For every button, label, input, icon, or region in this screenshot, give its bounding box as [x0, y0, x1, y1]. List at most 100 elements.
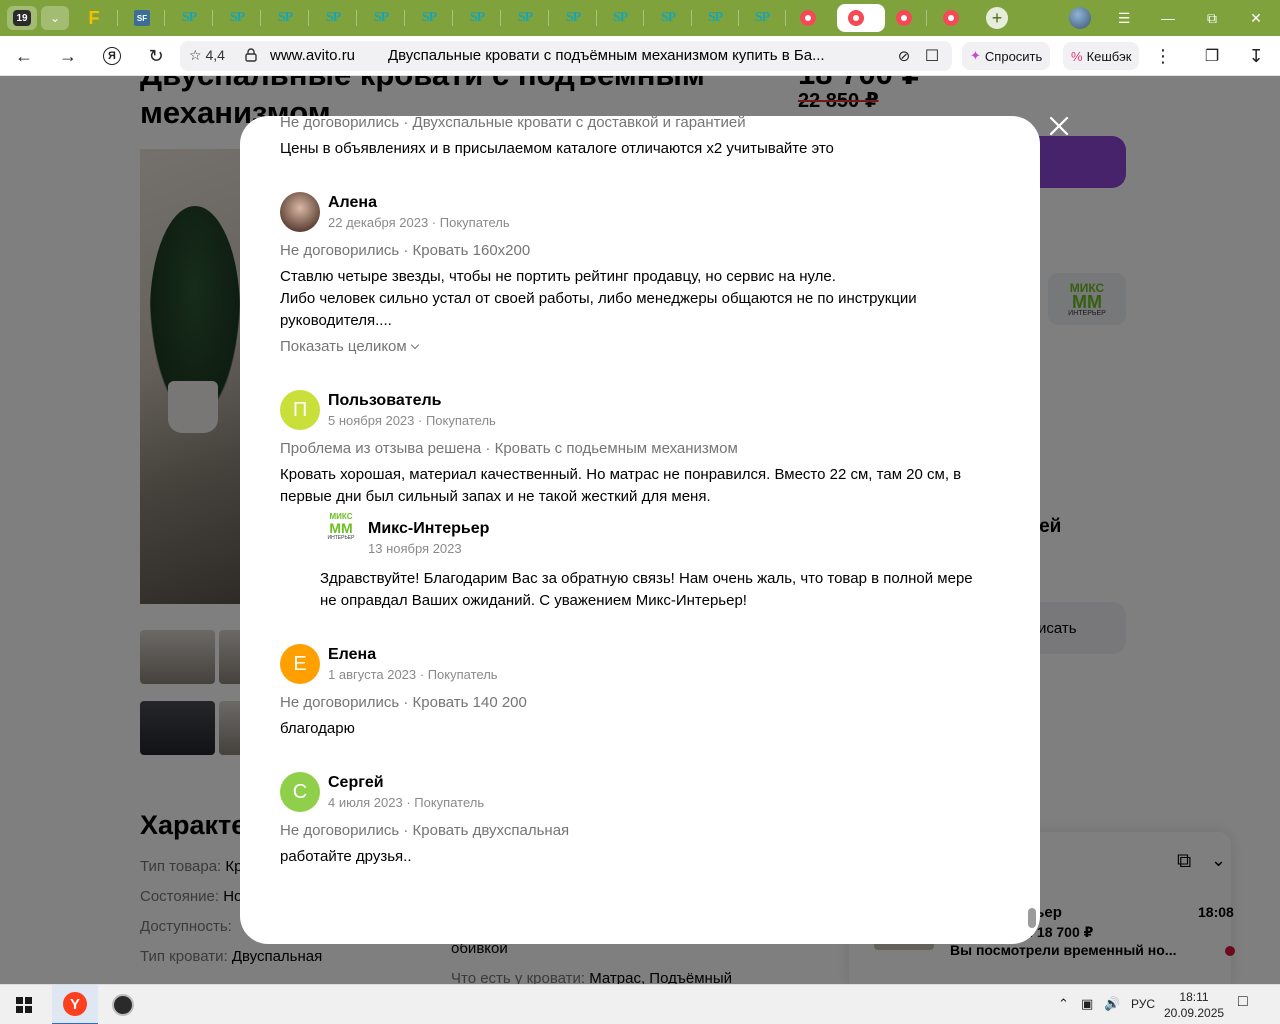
- review-date: 4 июля 2023 · Покупатель: [328, 795, 485, 810]
- review-meta: Проблема из отзыва решена · Кровать с по…: [280, 440, 738, 457]
- tab-record-icon[interactable]: [939, 6, 963, 30]
- no-tracking-icon[interactable]: ⊘: [892, 44, 916, 68]
- review-text: благодарю: [280, 720, 355, 737]
- tab-separator: [738, 10, 739, 26]
- tab-separator: [164, 10, 165, 26]
- url-domain[interactable]: www.avito.ru: [270, 47, 355, 64]
- tab-sp-label: SP: [660, 10, 676, 25]
- tab-sp-favicon[interactable]: SP: [561, 6, 585, 30]
- reply-logo-bottom: ИНТЕРЬЕР: [327, 535, 355, 541]
- cashback-label: Кешбэк: [1086, 48, 1132, 64]
- tab-record-icon[interactable]: [844, 6, 868, 30]
- taskbar-yandex-browser[interactable]: Y: [52, 985, 98, 1024]
- yandex-logo-icon[interactable]: Я: [100, 44, 124, 68]
- tab-separator: [356, 10, 357, 26]
- chevron-down-icon: [410, 340, 419, 350]
- collections-icon[interactable]: ❐: [1200, 44, 1224, 68]
- volume-icon[interactable]: 🔊: [1104, 996, 1120, 1012]
- reload-icon[interactable]: ↻: [144, 44, 168, 68]
- tab-sp-label: SP: [325, 10, 341, 25]
- network-icon[interactable]: ▣: [1081, 996, 1093, 1012]
- new-tab-plus-icon[interactable]: +: [986, 7, 1008, 29]
- review-meta: Не договорились · Кровать 140 200: [280, 694, 527, 711]
- review-text: работайте друзья..: [280, 848, 412, 865]
- tab-sp-favicon[interactable]: SP: [177, 6, 201, 30]
- close-icon[interactable]: [1046, 113, 1072, 139]
- review-text: Ставлю четыре звезды, чтобы не портить р…: [280, 266, 990, 332]
- close-window-icon[interactable]: ✕: [1243, 6, 1269, 30]
- tab-sp-favicon[interactable]: SP: [417, 6, 441, 30]
- tab-sp-favicon[interactable]: SP: [608, 6, 632, 30]
- tab-sp-favicon[interactable]: SP: [273, 6, 297, 30]
- profile-avatar[interactable]: [1069, 7, 1091, 29]
- windows-taskbar: Y ⌃ ▣ 🔊 РУС 18:11 20.09.2025 □: [0, 984, 1280, 1024]
- clock-date: 20.09.2025: [1164, 1006, 1225, 1020]
- site-rating-value: 4,4: [205, 47, 225, 63]
- tab-sp-favicon[interactable]: SP: [703, 6, 727, 30]
- url-page-title[interactable]: Двуспальные кровати с подъёмным механизм…: [388, 47, 825, 64]
- review-text-line: Ставлю четыре звезды, чтобы не портить р…: [280, 268, 836, 285]
- review-text-line: Либо человек сильно устал от своей работ…: [280, 290, 917, 329]
- tab-separator: [308, 10, 309, 26]
- avatar: С: [280, 772, 320, 812]
- tab-separator: [117, 10, 118, 26]
- tab-separator: [643, 10, 644, 26]
- minimize-icon[interactable]: —: [1155, 6, 1181, 30]
- site-rating[interactable]: ☆ 4,4: [189, 47, 225, 64]
- browser-tab-strip: 19 ⌄ F SF SP SP SP SP SP SP SP SP SP SP …: [0, 0, 1280, 36]
- restore-icon[interactable]: ⧉: [1199, 6, 1225, 30]
- tab-record-icon[interactable]: [892, 6, 916, 30]
- bookmark-icon[interactable]: ☐: [920, 44, 944, 68]
- notifications-icon[interactable]: □: [1238, 993, 1248, 1011]
- tab-sp-favicon[interactable]: SP: [513, 6, 537, 30]
- reviewer-name: Елена: [328, 646, 377, 663]
- reviewer-name: Алена: [328, 194, 377, 211]
- reply-logo-mid: MM: [329, 520, 353, 536]
- tab-sp-favicon[interactable]: SP: [656, 6, 680, 30]
- tab-sp-label: SP: [277, 10, 293, 25]
- show-more-link[interactable]: Показать целиком: [280, 338, 419, 355]
- forward-arrow-icon[interactable]: →: [56, 44, 80, 68]
- ask-label: Спросить: [984, 48, 1043, 64]
- tab-separator: [212, 10, 213, 26]
- back-arrow-icon[interactable]: ←: [12, 44, 36, 68]
- windows-start-icon[interactable]: [16, 997, 32, 1013]
- tab-sf-favicon[interactable]: SF: [134, 10, 150, 26]
- tab-sp-favicon[interactable]: SP: [750, 6, 774, 30]
- tab-sp-label: SP: [707, 10, 723, 25]
- tab-record-icon[interactable]: [796, 6, 820, 30]
- tab-separator: [926, 10, 927, 26]
- tab-sp-label: SP: [612, 10, 628, 25]
- app-icon: [112, 994, 134, 1016]
- tab-separator: [452, 10, 453, 26]
- tab-sp-favicon[interactable]: SP: [465, 6, 489, 30]
- taskbar-app[interactable]: [100, 985, 146, 1024]
- review-text: Кровать хорошая, материал качественный. …: [280, 466, 962, 505]
- yandex-browser-icon: Y: [63, 992, 87, 1016]
- menu-icon[interactable]: ☰: [1111, 6, 1137, 30]
- tab-list-chevron-icon[interactable]: ⌄: [41, 6, 69, 30]
- tab-separator: [785, 10, 786, 26]
- avatar: Е: [280, 644, 320, 684]
- tab-sp-favicon[interactable]: SP: [225, 6, 249, 30]
- language-indicator[interactable]: РУС: [1131, 997, 1155, 1011]
- tab-separator: [691, 10, 692, 26]
- avatar: [280, 192, 320, 232]
- reviewer-name: Пользователь: [328, 392, 442, 409]
- reviews-modal: Не договорились · Двухспальные кровати с…: [240, 116, 1040, 944]
- modal-scrollbar[interactable]: [1028, 908, 1036, 928]
- tab-sp-label: SP: [181, 10, 197, 25]
- tab-sp-favicon[interactable]: SP: [369, 6, 393, 30]
- tab-sp-favicon[interactable]: SP: [321, 6, 345, 30]
- tab-count-button[interactable]: 19: [7, 6, 37, 30]
- tab-separator: [500, 10, 501, 26]
- tab-separator: [548, 10, 549, 26]
- tray-chevron-up-icon[interactable]: ⌃: [1058, 996, 1069, 1012]
- system-clock[interactable]: 18:11 20.09.2025: [1164, 989, 1224, 1021]
- tab-f-favicon[interactable]: F: [82, 6, 106, 30]
- more-vertical-icon[interactable]: ⋮: [1151, 44, 1175, 68]
- star-icon: ☆: [189, 47, 202, 63]
- ask-button[interactable]: ✦ Спросить: [962, 42, 1051, 70]
- download-icon[interactable]: ↧: [1244, 44, 1268, 68]
- cashback-button[interactable]: % Кешбэк: [1063, 42, 1140, 70]
